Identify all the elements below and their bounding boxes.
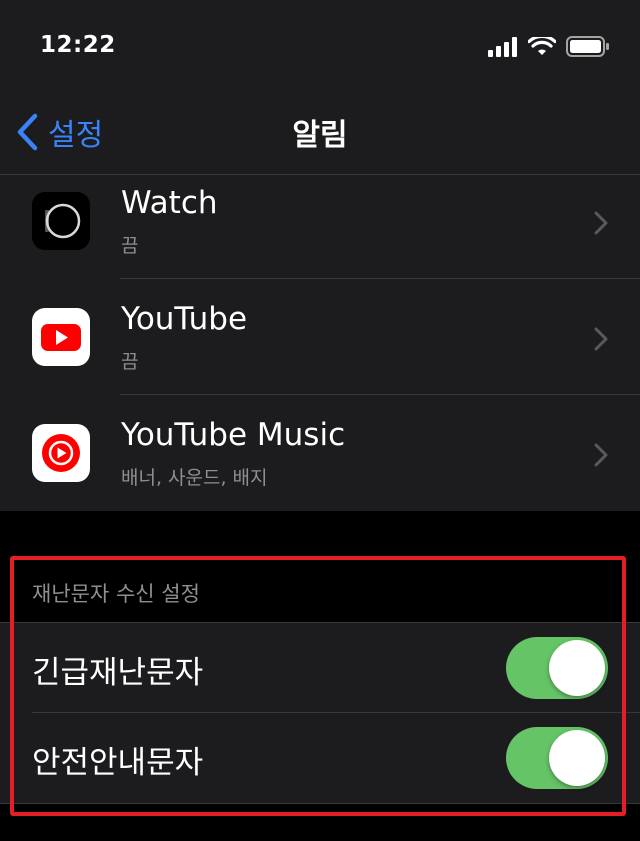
toggle-row-emergency-alert: 긴급재난문자 xyxy=(0,623,640,713)
toggle-label: 긴급재난문자 xyxy=(32,655,204,691)
chevron-right-icon xyxy=(594,443,608,467)
page-title: 알림 xyxy=(292,118,348,153)
chevron-right-icon xyxy=(594,327,608,351)
youtube-music-app-icon xyxy=(32,424,90,482)
cellular-signal-icon xyxy=(488,36,517,57)
app-notification-status: 배너, 사운드, 배지 xyxy=(121,467,268,489)
toggle-label: 안전안내문자 xyxy=(32,745,204,781)
status-time: 12:22 xyxy=(40,32,116,58)
list-item-youtube[interactable]: YouTube 끔 xyxy=(0,279,640,395)
toggle-knob xyxy=(549,730,605,786)
app-notification-status: 끔 xyxy=(121,235,139,257)
app-name: YouTube Music xyxy=(121,417,346,453)
youtube-app-icon xyxy=(32,308,90,366)
toggle-row-safety-alert: 안전안내문자 xyxy=(0,713,640,803)
list-item-youtube-music[interactable]: YouTube Music 배너, 사운드, 배지 xyxy=(0,395,640,511)
app-notification-list: Watch 끔 YouTube 끔 YouTube Music 배너, 사운드,… xyxy=(0,175,640,511)
list-item-watch[interactable]: Watch 끔 xyxy=(0,175,640,279)
watch-app-icon xyxy=(32,192,90,250)
status-bar: 12:22 xyxy=(0,0,640,96)
status-icons xyxy=(488,36,610,57)
toggle-knob xyxy=(549,640,605,696)
chevron-right-icon xyxy=(594,211,608,235)
navigation-bar: 설정 알림 xyxy=(0,96,640,175)
app-name: Watch xyxy=(121,185,218,221)
disaster-alert-settings: 긴급재난문자 안전안내문자 xyxy=(0,622,640,804)
section-header: 재난문자 수신 설정 xyxy=(32,582,200,606)
emergency-alert-toggle[interactable] xyxy=(506,637,608,699)
battery-icon xyxy=(566,36,609,57)
app-name: YouTube xyxy=(121,301,248,337)
app-notification-status: 끔 xyxy=(121,351,139,373)
wifi-icon xyxy=(528,36,556,55)
safety-alert-toggle[interactable] xyxy=(506,727,608,789)
